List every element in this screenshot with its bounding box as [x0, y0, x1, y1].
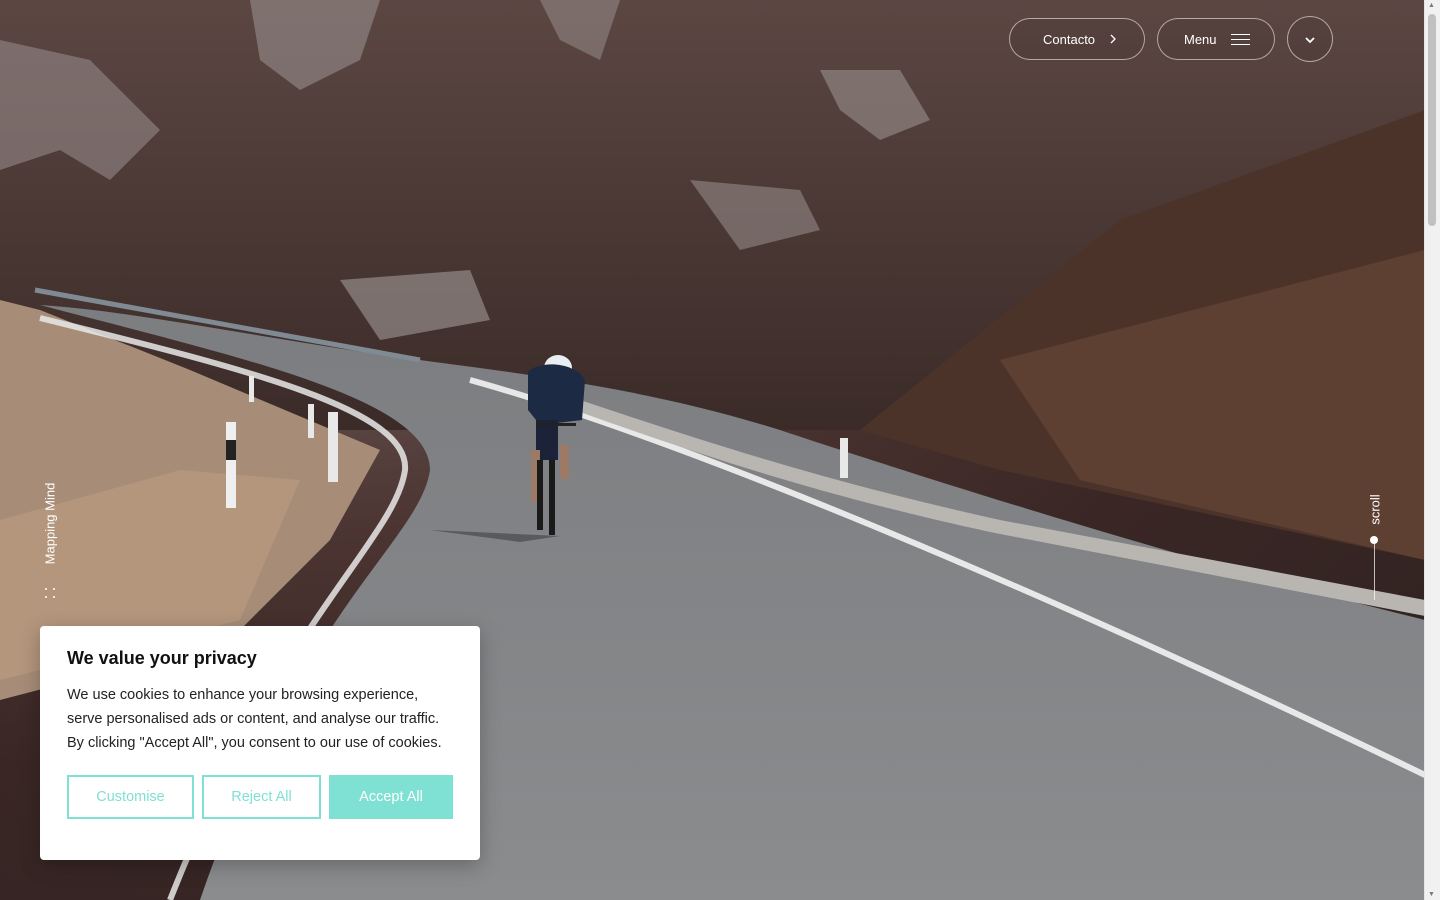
contact-button-label: Contacto [1043, 31, 1096, 47]
cookie-body: We use cookies to enhance your browsing … [67, 687, 442, 751]
scroll-label: scroll [1367, 494, 1383, 525]
chevron-right-icon [1109, 32, 1117, 47]
dots-icon [45, 588, 57, 600]
scroll-indicator[interactable]: scroll [1362, 490, 1388, 602]
menu-button[interactable]: Menu [1157, 18, 1275, 60]
top-navigation: Contacto Menu [1009, 16, 1333, 62]
menu-button-label: Menu [1184, 31, 1217, 47]
cookie-actions: Customise Reject All Accept All [67, 775, 453, 819]
reject-all-button[interactable]: Reject All [202, 775, 321, 819]
scroll-line [1374, 544, 1375, 600]
cookie-title: We value your privacy [67, 648, 257, 668]
hamburger-icon [1230, 33, 1250, 45]
language-dropdown-button[interactable] [1287, 16, 1333, 62]
brand-name: Mapping Mind [42, 482, 58, 565]
brand-side-label: Mapping Mind [36, 478, 66, 608]
scroll-down-arrow-icon[interactable]: ▼ [1428, 891, 1435, 898]
cookie-consent-dialog: We value your privacy We use cookies to … [40, 626, 480, 860]
customise-button[interactable]: Customise [67, 775, 194, 819]
contact-button[interactable]: Contacto [1009, 18, 1145, 60]
scroll-up-arrow-icon[interactable]: ▲ [1428, 2, 1435, 9]
chevron-down-icon [1305, 32, 1315, 47]
scrollbar-thumb[interactable] [1428, 14, 1436, 226]
page-scrollbar[interactable]: ▲ ▼ [1424, 0, 1440, 900]
accept-all-button[interactable]: Accept All [329, 775, 453, 819]
scroll-dot-icon [1370, 536, 1378, 544]
